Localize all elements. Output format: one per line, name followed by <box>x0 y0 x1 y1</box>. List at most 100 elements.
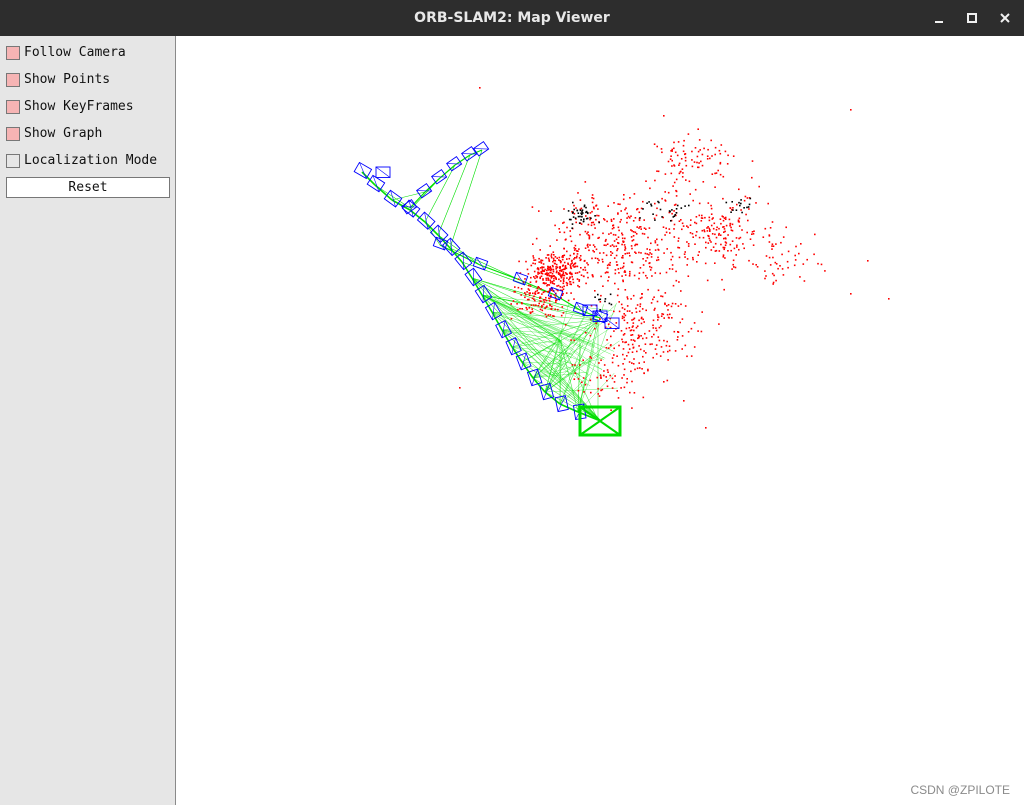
map-point <box>641 368 643 370</box>
show-keyframes-checkbox[interactable]: Show KeyFrames <box>6 98 174 118</box>
map-point <box>667 316 670 319</box>
map-point <box>695 231 698 233</box>
map-point <box>781 253 783 256</box>
map-point <box>724 230 726 233</box>
map-point <box>606 339 608 341</box>
map-point <box>556 285 558 287</box>
map-point <box>538 257 540 260</box>
map-point <box>573 204 575 207</box>
reference-point <box>598 221 600 224</box>
checkbox-box[interactable] <box>6 73 20 87</box>
map-point <box>538 286 540 289</box>
map-point <box>663 252 665 254</box>
minimize-icon[interactable] <box>930 9 948 27</box>
map-point <box>614 269 617 271</box>
map-point <box>683 400 685 402</box>
map-point <box>526 308 528 311</box>
map-point <box>528 292 531 294</box>
map-point <box>786 260 789 263</box>
map-point <box>793 264 796 267</box>
map-point <box>621 338 623 341</box>
map-point <box>658 326 661 329</box>
close-icon[interactable] <box>996 9 1014 27</box>
map-point <box>516 303 518 305</box>
map-point <box>534 299 536 302</box>
map-point <box>574 248 577 250</box>
map-point <box>721 278 723 281</box>
map-point <box>629 273 631 275</box>
reference-point <box>650 205 653 207</box>
map-point <box>592 221 595 224</box>
reset-button[interactable]: Reset <box>6 177 170 198</box>
map-point <box>752 244 755 246</box>
map-point <box>652 298 654 301</box>
checkbox-box[interactable] <box>6 46 20 60</box>
checkbox-box[interactable] <box>6 127 20 141</box>
map-point <box>599 252 601 254</box>
map-point <box>639 367 641 369</box>
show-points-checkbox[interactable]: Show Points <box>6 71 174 91</box>
map-point <box>616 294 619 297</box>
show-graph-checkbox[interactable]: Show Graph <box>6 125 174 145</box>
map-point <box>579 259 582 262</box>
map-point <box>720 144 723 146</box>
map-point <box>626 221 628 224</box>
map-point <box>550 308 552 310</box>
map-point <box>617 288 620 290</box>
map-point <box>591 194 594 196</box>
map-point <box>544 313 547 316</box>
map-point <box>748 208 750 210</box>
map-viewport[interactable]: CSDN @ZPILOTE <box>176 36 1024 805</box>
map-point <box>668 268 671 270</box>
map-point <box>636 208 639 210</box>
map-point <box>544 299 546 301</box>
map-point <box>619 267 622 270</box>
map-point <box>772 256 774 259</box>
reference-point <box>604 298 607 300</box>
map-point <box>693 322 696 324</box>
map-point <box>654 179 656 182</box>
reference-point <box>581 216 583 218</box>
map-point <box>714 186 716 188</box>
map-point <box>664 302 666 305</box>
map-point <box>708 219 711 222</box>
map-point <box>777 267 779 270</box>
map-point <box>677 336 679 338</box>
map-point <box>655 214 658 217</box>
map-point <box>671 148 673 151</box>
map-point <box>552 260 554 263</box>
map-point <box>614 234 617 236</box>
map-point <box>726 163 729 165</box>
map-point <box>608 233 610 235</box>
map-point <box>670 258 672 261</box>
map-point <box>729 207 732 209</box>
map-point <box>813 253 815 256</box>
localization-mode-checkbox[interactable]: Localization Mode <box>6 152 174 172</box>
map-point <box>707 202 710 204</box>
checkbox-box[interactable] <box>6 154 20 168</box>
map-point <box>646 253 649 255</box>
map-point <box>638 211 641 214</box>
map-point <box>624 249 626 251</box>
map-point <box>706 230 709 232</box>
map-point <box>657 319 659 321</box>
map-point <box>650 253 653 255</box>
follow-camera-checkbox[interactable]: Follow Camera <box>6 44 174 64</box>
map-point <box>795 245 797 248</box>
reference-point <box>658 201 660 204</box>
map-point <box>723 228 726 230</box>
map-point <box>634 231 637 234</box>
map-point <box>607 371 609 373</box>
map-point <box>677 237 680 240</box>
map-point <box>630 215 632 217</box>
map-point <box>799 276 801 278</box>
map-point <box>684 153 686 156</box>
map-canvas[interactable] <box>176 36 1024 805</box>
map-point <box>723 237 725 240</box>
checkbox-box[interactable] <box>6 100 20 114</box>
map-point <box>663 317 665 319</box>
map-point <box>646 277 648 279</box>
map-point <box>665 271 668 274</box>
map-point <box>510 317 513 320</box>
maximize-icon[interactable] <box>963 9 981 27</box>
